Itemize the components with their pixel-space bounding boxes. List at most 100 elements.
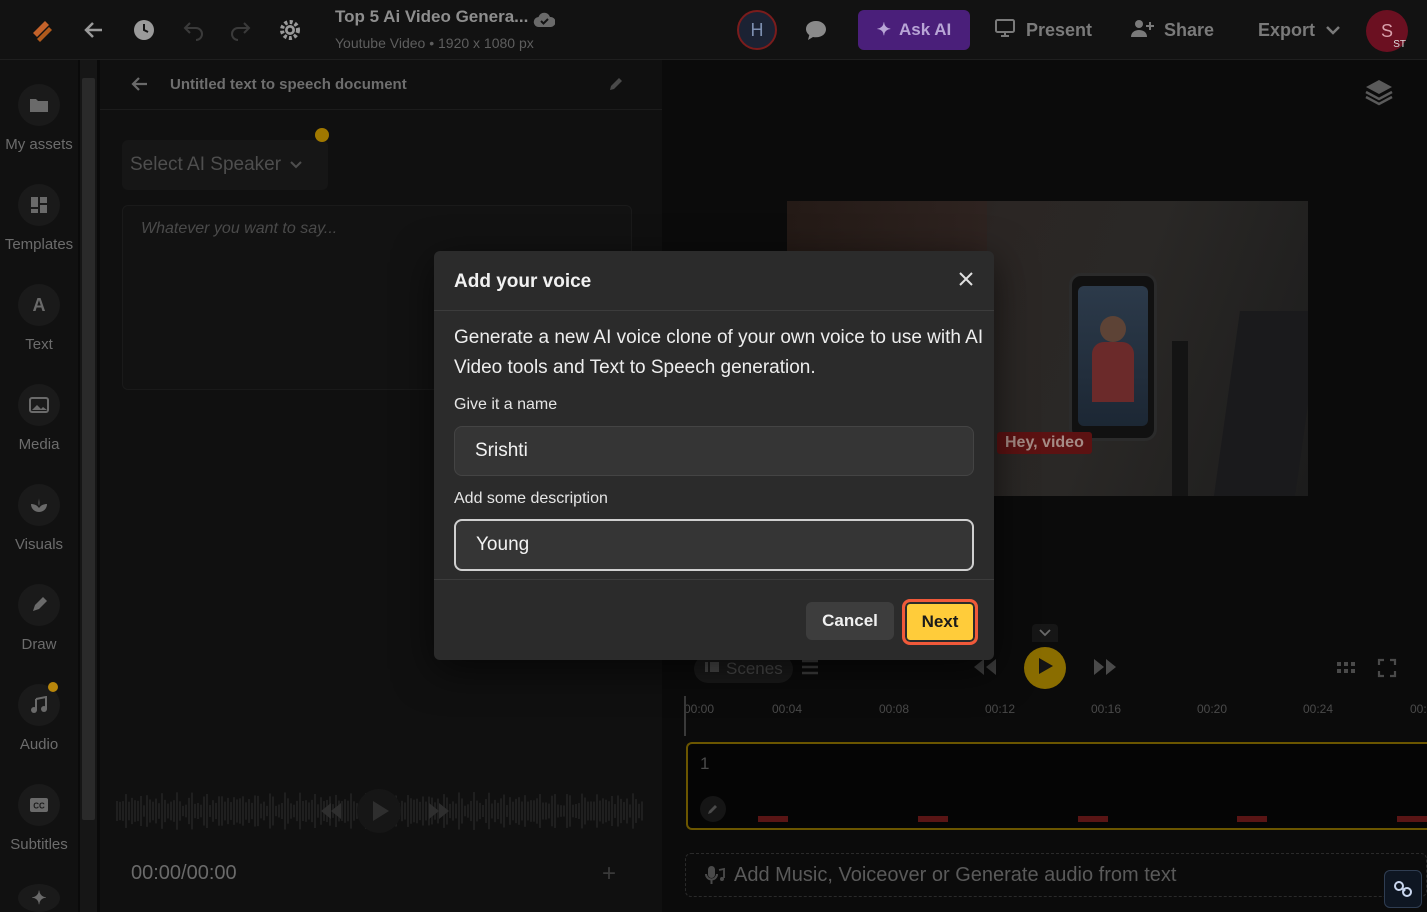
waveform-bar — [128, 801, 130, 821]
fullscreen-icon[interactable] — [1377, 658, 1397, 683]
waveform-bar — [512, 801, 514, 821]
back-arrow-icon[interactable] — [78, 14, 110, 46]
waveform-bar — [422, 796, 424, 826]
waveform-bar — [563, 805, 565, 817]
waveform-bar — [596, 794, 598, 828]
waveform-bar — [182, 805, 184, 817]
present-label: Present — [1026, 19, 1093, 40]
export-label: Export — [1258, 19, 1316, 40]
voice-name-input[interactable] — [454, 426, 974, 476]
waveform-bar — [185, 804, 187, 818]
fast-forward-icon[interactable] — [1092, 656, 1118, 683]
waveform-bar — [251, 802, 253, 820]
play-button[interactable] — [1024, 647, 1066, 689]
waveform-bar — [167, 803, 169, 819]
scene-track[interactable]: 1 — [686, 742, 1427, 830]
list-view-icon[interactable] — [800, 658, 820, 681]
rail-item-audio[interactable]: Audio — [0, 682, 78, 753]
chevron-down-icon — [1325, 20, 1341, 41]
add-audio-track-button[interactable]: Add Music, Voiceover or Generate audio f… — [685, 853, 1427, 897]
redo-icon[interactable] — [224, 14, 256, 46]
video-caption[interactable]: Hey, video — [997, 432, 1092, 454]
waveform-bar — [566, 794, 568, 828]
edit-pencil-icon[interactable] — [608, 76, 624, 97]
timeline-ruler[interactable]: 00:00 00:04 00:08 00:12 00:16 00:20 00:2… — [684, 698, 1427, 728]
undo-icon[interactable] — [178, 14, 210, 46]
rail-item-my-assets[interactable]: My assets — [0, 84, 78, 153]
rail-label: Text — [25, 336, 53, 353]
waveform-bar — [599, 800, 601, 822]
scenes-icon — [704, 659, 720, 679]
audio-waveform — [116, 789, 643, 833]
waveform-bar — [161, 793, 163, 829]
add-icon[interactable]: + — [602, 860, 616, 888]
rail-item-media[interactable]: Media — [0, 384, 78, 453]
dialog-title: Add your voice — [454, 271, 592, 292]
next-button[interactable]: Next — [902, 599, 978, 645]
waveform-bar — [608, 801, 610, 821]
waveform-bar — [188, 797, 190, 825]
cancel-button[interactable]: Cancel — [806, 602, 894, 640]
scrollbar-thumb[interactable] — [82, 78, 95, 820]
waveform-bar — [452, 801, 454, 821]
waveform-bar — [425, 801, 427, 821]
waveform-bar — [578, 803, 580, 819]
rail-item-subtitles[interactable]: CC Subtitles — [0, 784, 78, 853]
playhead[interactable] — [684, 696, 686, 736]
integrations-link-icon[interactable] — [1384, 870, 1422, 908]
waveform-bar — [119, 801, 121, 821]
grid-view-icon[interactable] — [1336, 660, 1356, 681]
waveform-bar — [623, 802, 625, 820]
waveform-bar — [536, 798, 538, 824]
comments-icon[interactable] — [800, 14, 832, 46]
waveform-bar — [533, 800, 535, 822]
rail-item-more[interactable]: ✦ — [0, 884, 78, 912]
waveform-bar — [290, 803, 292, 819]
waveform-bar — [269, 793, 271, 829]
waveform-bar — [482, 804, 484, 818]
share-button[interactable]: Share — [1130, 10, 1214, 50]
ask-ai-button[interactable]: ✦ Ask AI — [858, 10, 970, 50]
waveform-bar — [164, 799, 166, 823]
edit-scene-icon[interactable] — [700, 796, 726, 822]
app-logo-icon[interactable] — [26, 14, 58, 46]
ruler-tick: 00:24 — [1303, 702, 1334, 716]
back-arrow-icon[interactable] — [130, 74, 150, 99]
waveform-bar — [224, 801, 226, 821]
present-button[interactable]: Present — [994, 10, 1092, 50]
settings-gear-icon[interactable] — [274, 14, 306, 46]
collapse-toggle[interactable] — [1032, 624, 1058, 642]
waveform-bar — [248, 799, 250, 823]
dialog-description: Generate a new AI voice clone of your ow… — [454, 327, 984, 378]
waveform-bar — [275, 805, 277, 817]
rail-label: Draw — [21, 636, 57, 653]
waveform-bar — [209, 805, 211, 817]
waveform-bar — [476, 800, 478, 822]
voice-description-input[interactable] — [454, 519, 974, 571]
rewind-icon[interactable] — [972, 656, 998, 683]
notification-dot — [315, 128, 329, 142]
waveform-bar — [593, 801, 595, 821]
caption-marker — [1237, 816, 1267, 822]
collaborator-avatar[interactable]: H — [737, 10, 777, 50]
history-icon[interactable] — [128, 14, 160, 46]
waveform-bar — [281, 802, 283, 820]
waveform-bar — [542, 802, 544, 820]
rail-item-draw[interactable]: Draw — [0, 584, 78, 653]
user-avatar[interactable]: S ST — [1366, 10, 1408, 52]
waveform-bar — [131, 797, 133, 825]
waveform-bar — [614, 804, 616, 818]
project-title[interactable]: Top 5 Ai Video Genera... — [335, 7, 528, 27]
rail-item-visuals[interactable]: Visuals — [0, 484, 78, 553]
close-icon[interactable] — [952, 265, 980, 293]
speaker-placeholder: Select AI Speaker — [130, 154, 282, 175]
export-button[interactable]: Export — [1258, 10, 1341, 50]
waveform-bar — [488, 792, 490, 830]
waveform-bar — [494, 799, 496, 823]
rail-item-text[interactable]: A Text — [0, 284, 78, 353]
rail-item-templates[interactable]: Templates — [0, 184, 78, 253]
waveform-bar — [230, 802, 232, 820]
ai-speaker-select[interactable]: Select AI Speaker — [122, 140, 328, 190]
waveform-bar — [503, 794, 505, 828]
layers-icon[interactable] — [1364, 78, 1394, 111]
